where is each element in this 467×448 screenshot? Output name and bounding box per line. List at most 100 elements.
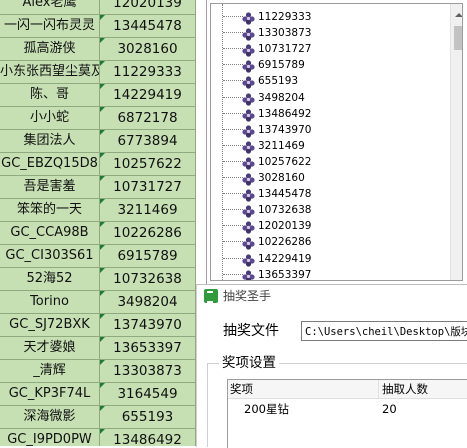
- tree-item[interactable]: 14229419: [223, 251, 443, 267]
- tree-connector-dots: [223, 257, 243, 259]
- name-cell[interactable]: GC_CI303S61: [0, 245, 100, 268]
- name-cell[interactable]: GC_EBZQ15D8: [0, 153, 100, 176]
- number-cell[interactable]: 13486492: [100, 429, 196, 446]
- number-text: 6773894: [117, 133, 178, 149]
- file-path-input[interactable]: C:\Users\cheil\Desktop\版块: [301, 321, 467, 341]
- number-cell[interactable]: 10732638: [100, 268, 196, 291]
- count-cell[interactable]: 20: [382, 400, 397, 418]
- flower-node-icon: [242, 268, 255, 280]
- group-border-left: [207, 363, 208, 447]
- grid-header: 奖项 抽取人数: [228, 380, 467, 399]
- number-as-text-marker-icon: [100, 291, 105, 296]
- number-cell[interactable]: 13653397: [100, 337, 196, 360]
- number-text: 14229419: [113, 87, 182, 103]
- prize-grid[interactable]: 奖项 抽取人数 200星钻 20: [227, 379, 467, 448]
- tree-connector-dots: [223, 241, 243, 243]
- name-cell[interactable]: 笨笨的一天: [0, 199, 100, 222]
- number-cell[interactable]: 10257622: [100, 153, 196, 176]
- number-cell[interactable]: 10731727: [100, 176, 196, 199]
- column-header-count[interactable]: 抽取人数: [378, 380, 467, 398]
- number-cell[interactable]: 3498204: [100, 291, 196, 314]
- name-cell[interactable]: 吾是害羞: [0, 176, 100, 199]
- number-cell[interactable]: 10226286: [100, 222, 196, 245]
- tree-connector-dots: [223, 273, 243, 275]
- tree-item[interactable]: 13653397: [223, 267, 443, 280]
- number-text: 13445478: [113, 18, 182, 34]
- vertical-scrollbar[interactable]: [450, 4, 462, 280]
- name-cell[interactable]: _清辉: [0, 360, 100, 383]
- sheet-row: 笨笨的一天 3211469: [0, 199, 196, 222]
- number-as-text-marker-icon: [100, 314, 105, 319]
- number-cell[interactable]: 12020139: [100, 0, 196, 15]
- name-cell[interactable]: 52海52: [0, 268, 100, 291]
- grid-row[interactable]: 200星钻 20: [228, 400, 467, 418]
- number-cell[interactable]: 11229333: [100, 61, 196, 84]
- tree-connector-dots: [223, 128, 243, 130]
- tree-item[interactable]: 10731727: [223, 41, 443, 57]
- name-cell[interactable]: 集团法人: [0, 130, 100, 153]
- tree-item[interactable]: 13445478: [223, 186, 443, 202]
- name-cell[interactable]: Alex老鹰: [0, 0, 100, 15]
- sheet-row: 小小蛇 6872178: [0, 107, 196, 130]
- tree-item-label: 10226286: [258, 236, 312, 249]
- tree-connector-dots: [223, 160, 243, 162]
- tree-item[interactable]: 13486492: [223, 106, 443, 122]
- name-cell[interactable]: Torino: [0, 291, 100, 314]
- name-cell[interactable]: 小小蛇: [0, 107, 100, 130]
- number-as-text-marker-icon: [100, 337, 105, 342]
- number-cell[interactable]: 13743970: [100, 314, 196, 337]
- tree-item[interactable]: 3028160: [223, 170, 443, 186]
- tree-item[interactable]: 13303873: [223, 25, 443, 41]
- number-cell[interactable]: 14229419: [100, 84, 196, 107]
- number-cell[interactable]: 3164549: [100, 383, 196, 406]
- sheet-row: 集团法人 6773894: [0, 130, 196, 153]
- number-cell[interactable]: 6915789: [100, 245, 196, 268]
- tree-item[interactable]: 6915789: [223, 57, 443, 73]
- column-header-prize[interactable]: 奖项: [230, 380, 378, 398]
- dialog-titlebar[interactable]: 抽奖圣手: [197, 285, 467, 307]
- tree-view[interactable]: 11229333 13303873 10731727 6915789 655193 349…: [210, 3, 463, 281]
- number-cell[interactable]: 655193: [100, 406, 196, 429]
- number-as-text-marker-icon: [100, 38, 105, 43]
- number-text: 3211469: [117, 202, 178, 218]
- number-text: 13486492: [113, 432, 182, 446]
- scroll-thumb[interactable]: [454, 26, 462, 50]
- name-cell[interactable]: 天才婆娘: [0, 337, 100, 360]
- tree-connector-dots: [223, 32, 243, 34]
- sheet-row: GC_EBZQ15D8 10257622: [0, 153, 196, 176]
- number-as-text-marker-icon: [100, 130, 105, 135]
- tree-item[interactable]: 10226286: [223, 234, 443, 250]
- name-cell[interactable]: 孤高游侠: [0, 38, 100, 61]
- number-cell[interactable]: 6773894: [100, 130, 196, 153]
- tree-item[interactable]: 10257622: [223, 154, 443, 170]
- scroll-up-arrow-icon[interactable]: [455, 13, 462, 17]
- sheet-row: 深海微影 655193: [0, 406, 196, 429]
- number-text: 10731727: [113, 179, 182, 195]
- tree-connector-dots: [223, 144, 243, 146]
- tree-item[interactable]: 3498204: [223, 90, 443, 106]
- number-cell[interactable]: 13303873: [100, 360, 196, 383]
- tree-item[interactable]: 655193: [223, 73, 443, 89]
- number-cell[interactable]: 6872178: [100, 107, 196, 130]
- name-cell[interactable]: GC_CCA98B: [0, 222, 100, 245]
- number-cell[interactable]: 13445478: [100, 15, 196, 38]
- name-cell[interactable]: 陈、哥: [0, 84, 100, 107]
- name-cell[interactable]: GC_KP3F74L: [0, 383, 100, 406]
- flower-node-icon: [242, 139, 255, 154]
- flower-node-icon: [242, 171, 255, 186]
- number-cell[interactable]: 3211469: [100, 199, 196, 222]
- name-cell[interactable]: 小东张西望尘莫及: [0, 61, 100, 84]
- number-cell[interactable]: 3028160: [100, 38, 196, 61]
- tree-item[interactable]: 10732638: [223, 202, 443, 218]
- name-cell[interactable]: 一闪一闪布灵灵: [0, 15, 100, 38]
- tree-item[interactable]: 12020139: [223, 218, 443, 234]
- prize-cell[interactable]: 200星钻: [244, 400, 289, 418]
- name-cell[interactable]: GC_SJ72BXK: [0, 314, 100, 337]
- name-cell[interactable]: GC_I9PD0PW: [0, 429, 100, 446]
- tree-item[interactable]: 3211469: [223, 138, 443, 154]
- flower-node-icon: [242, 26, 255, 41]
- tree-item[interactable]: 13743970: [223, 122, 443, 138]
- tree-item[interactable]: 11229333: [223, 9, 443, 25]
- name-cell[interactable]: 深海微影: [0, 406, 100, 429]
- tree-item-label: 3028160: [258, 172, 305, 184]
